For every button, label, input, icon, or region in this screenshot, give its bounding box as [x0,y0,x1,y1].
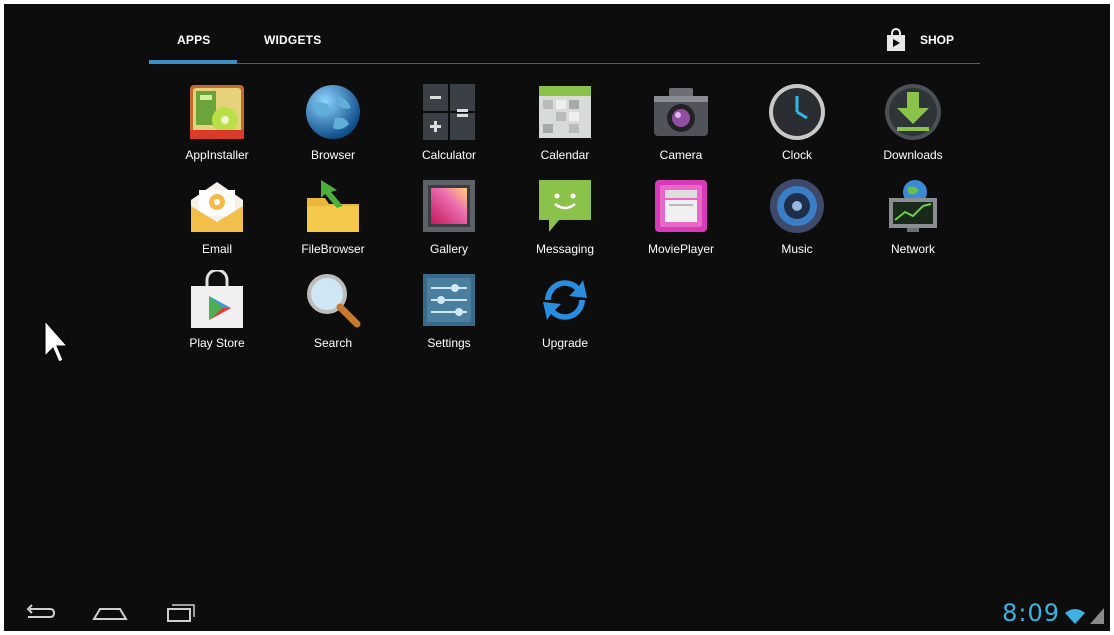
gallery-icon [423,180,475,232]
app-label: AppInstaller [185,148,249,162]
system-navigation-bar: 8:09 [4,595,1110,631]
app-appinstaller[interactable]: AppInstaller [159,82,275,162]
app-label: Calendar [540,148,590,162]
app-search[interactable]: Search [275,270,391,350]
app-messaging[interactable]: Messaging [507,176,623,256]
music-icon [770,179,824,233]
email-icon [191,182,243,232]
back-button[interactable] [20,599,60,627]
app-label: Camera [659,148,703,162]
app-label: Downloads [883,148,943,162]
movieplayer-icon [655,180,707,232]
recent-apps-button[interactable] [160,599,200,627]
app-label: Search [313,336,353,350]
status-area: 8:09 [1002,601,1104,625]
status-clock: 8:09 [1002,599,1060,627]
camera-icon [654,88,708,136]
app-label: Play Store [189,336,245,350]
browser-globe-icon [306,85,360,139]
clock-icon [769,84,825,140]
app-browser[interactable]: Browser [275,82,391,162]
back-arrow-icon [26,604,56,618]
wifi-icon [1065,609,1085,624]
tab-selected-indicator [149,60,237,64]
calculator-icon [423,84,475,140]
search-icon [307,274,361,328]
app-play-store[interactable]: Play Store [159,270,275,350]
app-clock[interactable]: Clock [739,82,855,162]
app-label: Gallery [429,242,468,256]
app-label: FileBrowser [301,242,365,256]
tab-apps[interactable]: APPS [177,33,210,47]
app-label: Messaging [535,242,595,256]
app-downloads[interactable]: Downloads [855,82,971,162]
app-music[interactable]: Music [739,176,855,256]
app-network[interactable]: Network [855,176,971,256]
app-label: Settings [427,336,471,350]
app-settings[interactable]: Settings [391,270,507,350]
messaging-icon [539,180,591,232]
app-camera[interactable]: Camera [623,82,739,162]
shopping-bag-icon [886,28,905,51]
app-label: Upgrade [541,336,589,350]
filebrowser-icon [307,180,359,232]
shop-label: SHOP [919,33,954,47]
app-upgrade[interactable]: Upgrade [507,270,623,350]
tab-widgets[interactable]: WIDGETS [264,33,321,47]
app-movieplayer[interactable]: MoviePlayer [623,176,739,256]
app-label: Browser [310,148,355,162]
app-label: Calculator [421,148,477,162]
app-label: MoviePlayer [647,242,715,256]
app-calculator[interactable]: Calculator [391,82,507,162]
calendar-icon [539,86,591,138]
app-label: Music [781,242,813,256]
app-label: Clock [781,148,812,162]
recent-apps-icon [167,604,195,622]
app-filebrowser[interactable]: FileBrowser [275,176,391,256]
shop-button[interactable]: SHOP [884,28,954,52]
appinstaller-icon [190,85,244,139]
app-drawer-tabbar: APPS WIDGETS SHOP [149,24,980,68]
app-label: Network [890,242,935,256]
home-button[interactable] [90,599,130,627]
tab-divider [149,63,980,64]
app-calendar[interactable]: Calendar [507,82,623,162]
app-label: Email [201,242,232,256]
app-drawer-screen: APPS WIDGETS SHOP AppInstaller Browser C… [4,4,1110,631]
app-email[interactable]: Email [159,176,275,256]
upgrade-icon [543,280,587,320]
settings-icon [423,274,475,326]
downloads-icon [885,84,941,140]
mouse-pointer-icon [44,320,68,363]
signal-strength-icon [1090,608,1104,624]
home-icon [92,608,128,620]
play-store-icon [191,270,243,328]
app-gallery[interactable]: Gallery [391,176,507,256]
network-icon [889,180,937,232]
